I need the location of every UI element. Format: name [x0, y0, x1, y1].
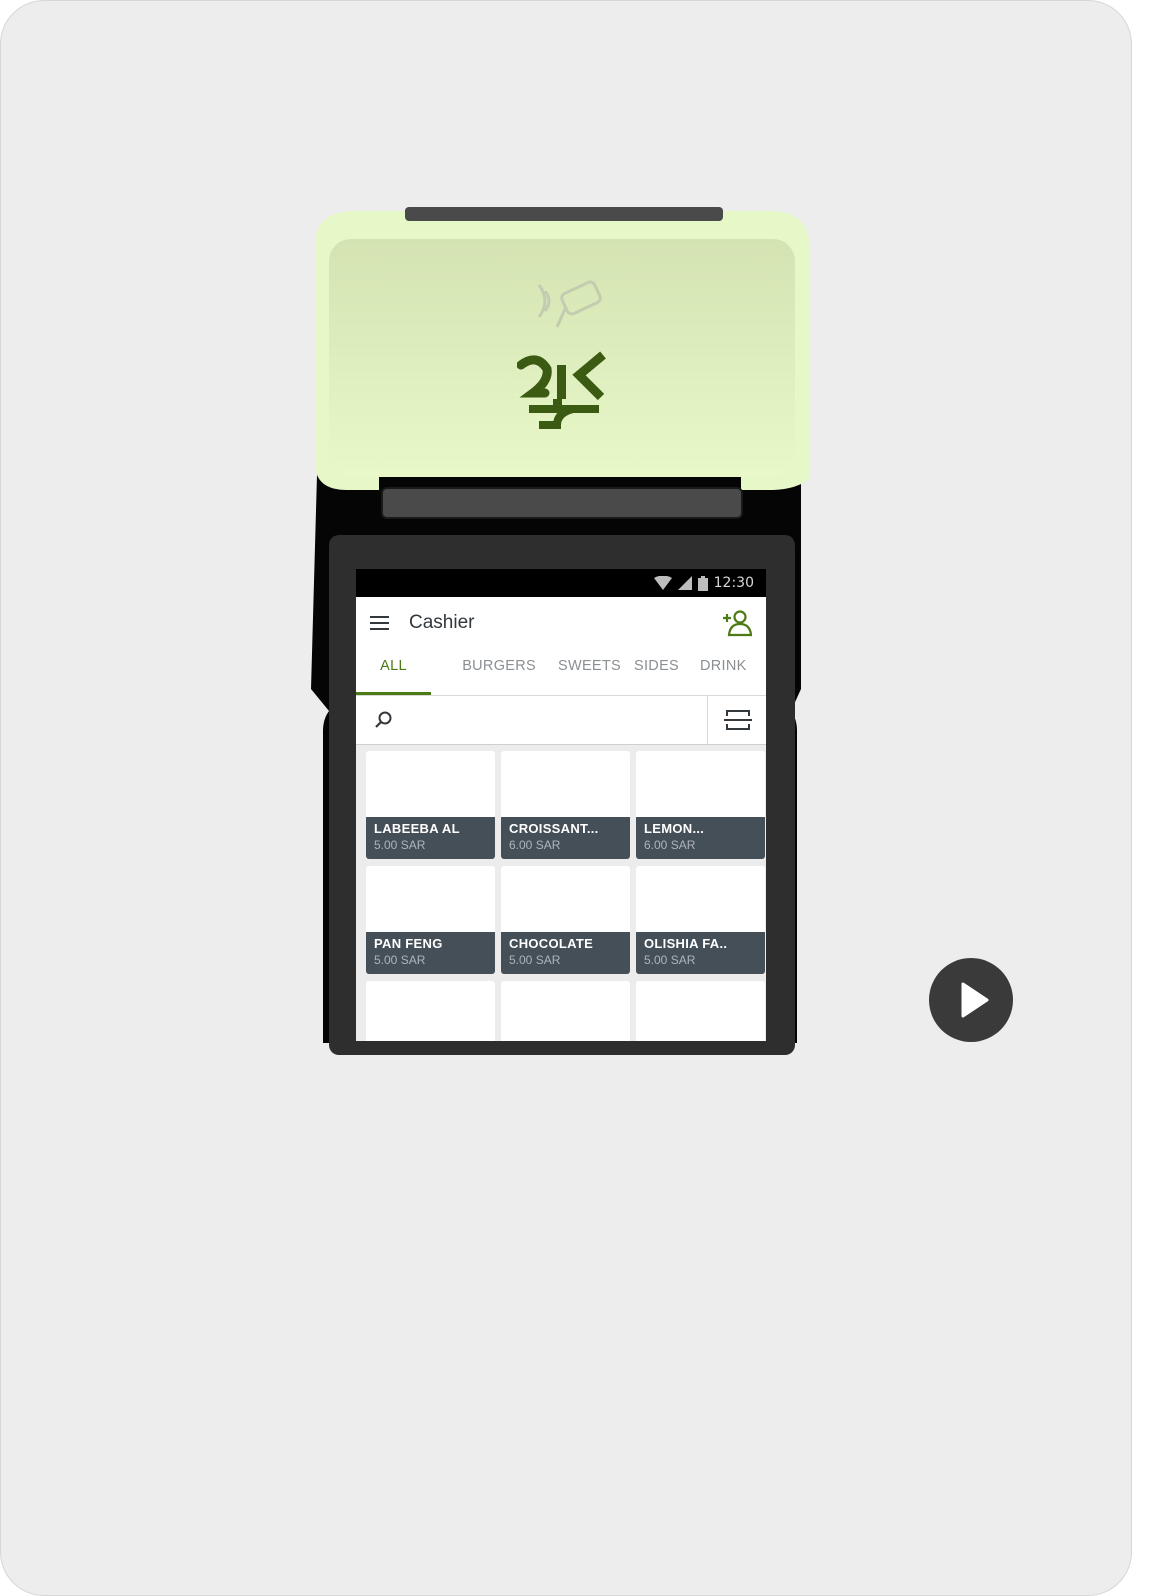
product-tile[interactable]: LEMON... 6.00 SAR: [636, 751, 765, 859]
signal-icon: [677, 576, 692, 590]
product-label: CHOCOLATE 5.00 SAR: [501, 932, 630, 974]
product-tile[interactable]: OLISHIA FA.. 5.00 SAR: [636, 866, 765, 974]
search-icon: [375, 711, 392, 728]
product-price: 6.00 SAR: [509, 838, 561, 852]
page-background: 12:30 Cashier ALL BURGERS SWEETS SIDES D…: [0, 0, 1132, 1596]
product-tile[interactable]: [366, 981, 495, 1041]
product-price: 5.00 SAR: [509, 953, 561, 967]
product-name: CROISSANT...: [509, 821, 599, 836]
product-label: LABEEBA AL 5.00 SAR: [366, 817, 495, 859]
product-name: PAN FENG: [374, 936, 443, 951]
product-label: OLISHIA FA.. 5.00 SAR: [636, 932, 765, 974]
product-price: 5.00 SAR: [374, 953, 426, 967]
product-tile[interactable]: LABEEBA AL 5.00 SAR: [366, 751, 495, 859]
product-tile[interactable]: [636, 981, 765, 1041]
product-price: 5.00 SAR: [374, 838, 426, 852]
product-name: CHOCOLATE: [509, 936, 594, 951]
product-name: OLISHIA FA..: [644, 936, 728, 951]
contactless-icon: [537, 280, 602, 328]
search-input[interactable]: [356, 696, 708, 744]
product-label: CROISSANT... 6.00 SAR: [501, 817, 630, 859]
menu-icon[interactable]: [370, 615, 390, 631]
brand-logo: [517, 351, 606, 429]
product-price: 5.00 SAR: [644, 953, 696, 967]
product-price: 6.00 SAR: [644, 838, 696, 852]
device-screen: 12:30 Cashier ALL BURGERS SWEETS SIDES D…: [356, 569, 766, 1041]
tab-drink[interactable]: DRINK: [698, 651, 766, 695]
scan-button[interactable]: [708, 696, 766, 744]
product-tile[interactable]: PAN FENG 5.00 SAR: [366, 866, 495, 974]
product-label: LEMON... 6.00 SAR: [636, 817, 765, 859]
tab-sweets[interactable]: SWEETS: [550, 651, 628, 695]
product-name: LABEEBA AL: [374, 821, 460, 836]
status-time: 12:30: [713, 575, 754, 591]
product-tile[interactable]: [501, 981, 630, 1041]
product-grid: LABEEBA AL 5.00 SAR CROISSANT... 6.00 SA…: [366, 751, 766, 1041]
search-row: [356, 696, 766, 745]
tab-burgers[interactable]: BURGERS: [431, 651, 550, 695]
product-name: LEMON...: [644, 821, 705, 836]
app-bar: Cashier: [356, 597, 766, 651]
pos-device: 12:30 Cashier ALL BURGERS SWEETS SIDES D…: [311, 201, 813, 1061]
scan-icon: [724, 710, 752, 730]
tab-all[interactable]: ALL: [356, 651, 431, 695]
page-title: Cashier: [409, 612, 475, 633]
status-bar: 12:30: [356, 569, 766, 597]
category-tabs: ALL BURGERS SWEETS SIDES DRINK: [356, 651, 766, 696]
play-icon: [961, 982, 989, 1018]
wifi-icon: [653, 576, 672, 590]
product-tile[interactable]: CHOCOLATE 5.00 SAR: [501, 866, 630, 974]
product-label: PAN FENG 5.00 SAR: [366, 932, 495, 974]
tab-sides[interactable]: SIDES: [628, 651, 698, 695]
printer-slot: [381, 487, 743, 519]
battery-icon: [697, 575, 708, 591]
paper-slot: [405, 207, 723, 221]
product-tile[interactable]: CROISSANT... 6.00 SAR: [501, 751, 630, 859]
add-user-icon[interactable]: [722, 609, 752, 637]
play-button[interactable]: [929, 958, 1013, 1042]
